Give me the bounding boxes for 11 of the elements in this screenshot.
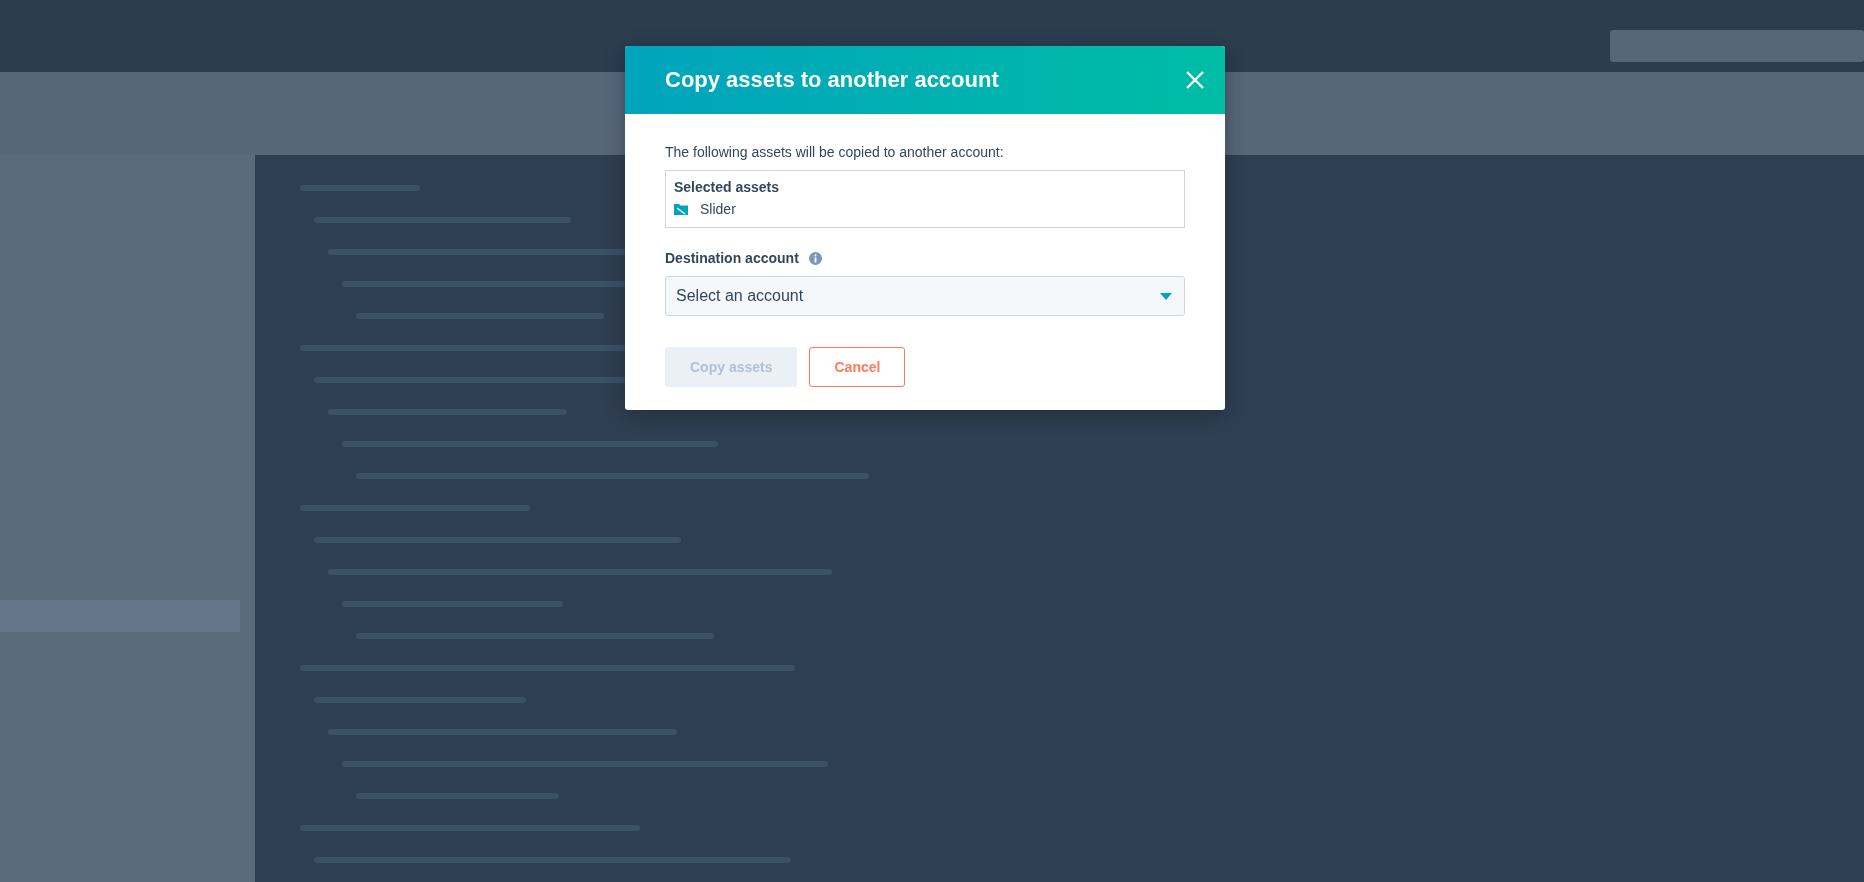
caret-icon xyxy=(1160,292,1172,300)
account-dropdown[interactable]: Select an account xyxy=(665,276,1185,316)
dialog-title: Copy assets to another account xyxy=(665,67,999,93)
close-icon xyxy=(1185,70,1205,90)
field-label: Destination account xyxy=(665,250,799,266)
cancel-button[interactable]: Cancel xyxy=(809,347,906,387)
folder-icon xyxy=(674,203,688,215)
intro-text: The following assets will be copied to another account: xyxy=(665,144,1005,160)
asset-name: Slider xyxy=(700,201,736,217)
panel-heading: Selected assets xyxy=(674,179,781,195)
info-icon[interactable] xyxy=(808,251,822,265)
